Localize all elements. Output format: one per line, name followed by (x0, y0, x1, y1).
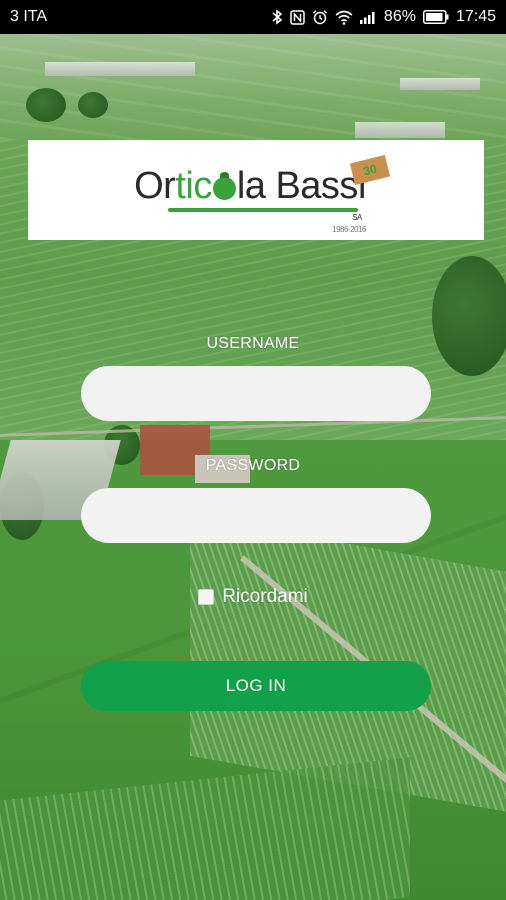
remember-me-row[interactable]: Ricordami (0, 586, 506, 608)
background-greenhouse (45, 62, 195, 76)
tomato-logo-icon (212, 171, 236, 200)
clock-time: 17:45 (455, 8, 496, 25)
anniversary-badge: 30 (349, 154, 391, 185)
username-label: USERNAME (206, 335, 300, 352)
logo-underline (168, 207, 359, 212)
alarm-icon (312, 8, 328, 26)
logo-text-part: Or (134, 164, 176, 207)
wifi-icon (335, 8, 353, 26)
remember-me-checkbox[interactable] (198, 589, 215, 605)
username-field[interactable] (81, 366, 431, 421)
background-tree (432, 256, 506, 376)
background-greenhouse (400, 78, 480, 90)
signal-icon (359, 8, 377, 26)
battery-icon (422, 8, 449, 26)
bluetooth-icon (271, 8, 283, 26)
login-screen: 3 ITA 86% 17:45 Ortic la Bassi 30 SA 198… (0, 0, 506, 900)
carrier-name: 3 ITA (10, 8, 48, 25)
logo-suffix: SA (352, 212, 362, 222)
background-greenhouse (355, 122, 445, 138)
battery-percent: 86% (383, 8, 416, 25)
background-tree (26, 88, 66, 122)
logo-text-part: la Bass (236, 164, 359, 207)
password-label: PASSWORD (205, 457, 301, 474)
nfc-icon (290, 8, 305, 26)
status-bar: 3 ITA 86% 17:45 (0, 0, 506, 34)
logo-years: 1986-2016 (332, 224, 366, 234)
status-icons: 86% 17:45 (271, 8, 496, 26)
logo-text-green-part: tic (175, 164, 212, 207)
aerial-background-image (0, 0, 506, 900)
remember-me-label[interactable]: Ricordami (222, 586, 308, 608)
logo-banner: Ortic la Bassi 30 SA 1986-2016 (28, 140, 484, 240)
company-logo: Ortic la Bassi 30 SA 1986-2016 (134, 154, 391, 234)
background-tree (78, 92, 108, 118)
login-button[interactable]: LOG IN (81, 661, 431, 711)
password-field[interactable] (81, 488, 431, 543)
